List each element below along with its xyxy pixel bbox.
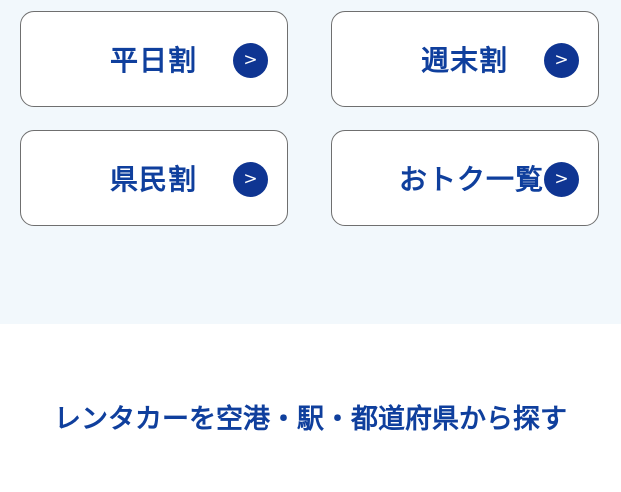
weekday-discount-label: 平日割	[109, 44, 197, 77]
chevron-right-icon: >	[233, 162, 268, 197]
discount-section: 平日割 > 週末割 > 県民割 > おトク一覧 >	[0, 0, 621, 324]
resident-discount-card[interactable]: 県民割 >	[20, 130, 288, 226]
search-section-heading: レンタカーを空港・駅・都道府県から探す	[54, 404, 567, 435]
weekday-discount-card[interactable]: 平日割 >	[20, 11, 288, 107]
resident-discount-label: 県民割	[109, 163, 197, 196]
weekend-discount-label: 週末割	[420, 44, 508, 77]
deals-list-label: おトク一覧	[398, 163, 544, 196]
weekend-discount-card[interactable]: 週末割 >	[331, 11, 599, 107]
chevron-right-icon: >	[544, 43, 579, 78]
chevron-right-icon: >	[544, 162, 579, 197]
chevron-right-icon: >	[233, 43, 268, 78]
deals-list-card[interactable]: おトク一覧 >	[331, 130, 599, 226]
